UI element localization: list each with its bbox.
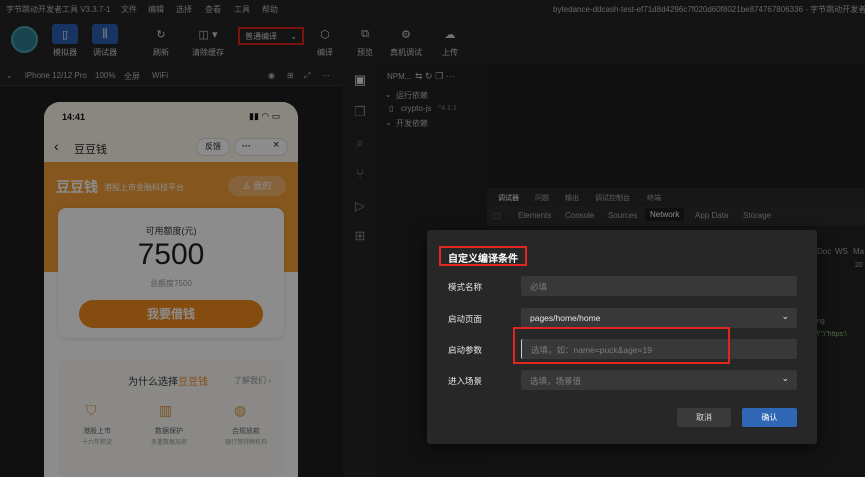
- start-page-label: 启动页面: [448, 314, 483, 324]
- dialog-title: 自定义编译条件: [439, 246, 527, 266]
- chevron-down-icon: ⌄: [781, 373, 789, 383]
- start-params-label: 启动参数: [448, 345, 483, 355]
- highlight-box: [513, 327, 730, 364]
- scene-placeholder: 选填，场景值: [530, 376, 582, 386]
- scene-label: 进入场景: [448, 376, 483, 386]
- start-page-value: pages/home/home: [530, 313, 601, 323]
- mode-name-label: 模式名称: [448, 282, 483, 292]
- chevron-down-icon: ⌄: [781, 311, 789, 321]
- app-window: 字节跳动开发者工具 V3.3.7-1 文件 编辑 选择 查看 工具 帮助 byt…: [0, 0, 865, 477]
- confirm-button[interactable]: 确认: [742, 408, 797, 427]
- cancel-button[interactable]: 取消: [677, 408, 731, 427]
- mode-name-input[interactable]: 必填: [521, 276, 797, 296]
- start-page-select[interactable]: pages/home/home ⌄: [521, 308, 797, 328]
- scene-select[interactable]: 选填，场景值 ⌄: [521, 370, 797, 390]
- custom-compile-dialog: 自定义编译条件 模式名称 必填 启动页面 pages/home/home ⌄ 启…: [427, 230, 817, 444]
